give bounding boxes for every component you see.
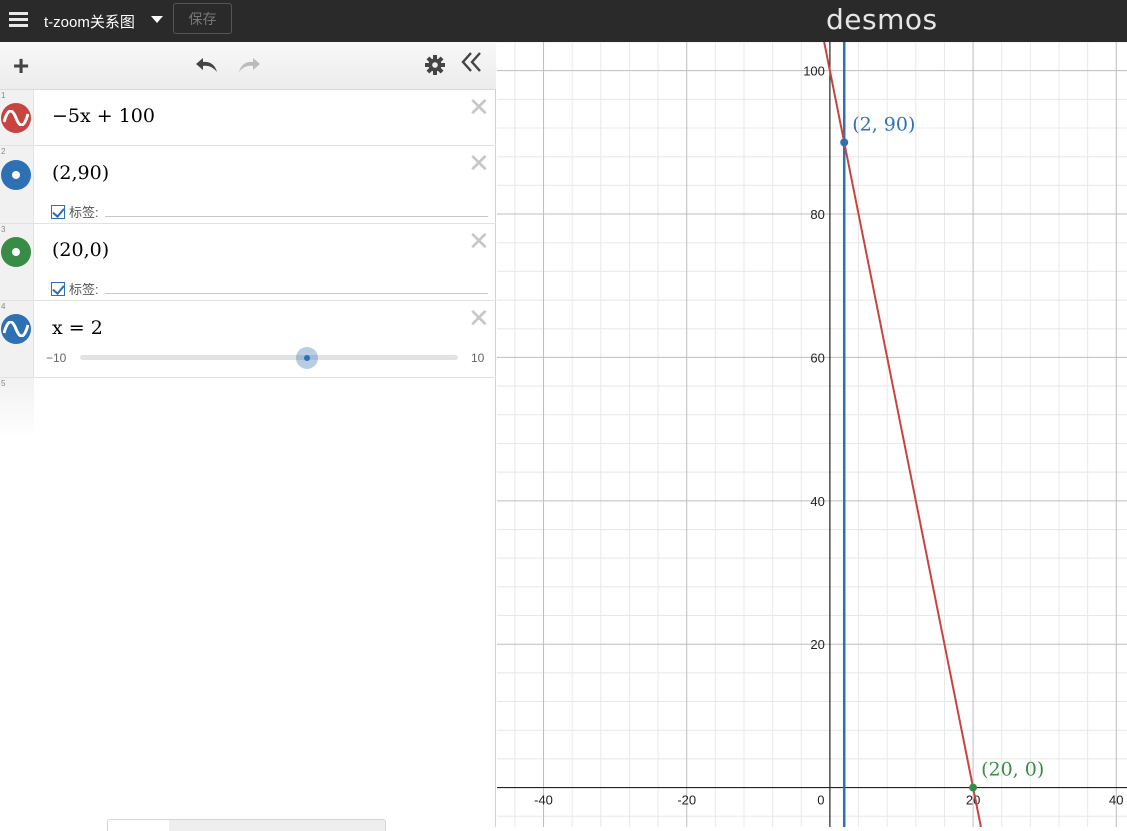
expression-gutter: 2 bbox=[0, 146, 34, 223]
label-caption: 标签: bbox=[69, 205, 99, 220]
point-marker bbox=[840, 138, 849, 147]
delete-expression-icon[interactable]: ✕ bbox=[468, 306, 490, 332]
expression-item[interactable]: 1 −5x + 100 ✕ bbox=[0, 90, 496, 146]
label-input[interactable] bbox=[105, 293, 488, 294]
slider-track[interactable] bbox=[80, 355, 458, 360]
graph-paper[interactable]: -40 -20 0 20 40 20 40 60 80 100 (2, 90) (20, 0) bbox=[497, 42, 1127, 827]
point-label: (2, 90) bbox=[852, 113, 915, 135]
x-tick-label: -40 bbox=[534, 793, 553, 808]
curve-color-icon[interactable] bbox=[1, 103, 31, 133]
x-tick-label: 0 bbox=[817, 793, 824, 808]
point-color-icon[interactable] bbox=[1, 237, 31, 267]
expression-index: 5 bbox=[1, 379, 6, 388]
expression-gutter: 5 bbox=[0, 378, 34, 438]
label-caption: 标签: bbox=[69, 282, 99, 297]
graph-canvas[interactable]: -40 -20 0 20 40 20 40 60 80 100 (2, 90) (20, 0) bbox=[497, 42, 1127, 827]
gear-icon[interactable] bbox=[422, 54, 448, 81]
double-chevron-left-icon[interactable] bbox=[458, 51, 486, 76]
save-button[interactable]: 保存 bbox=[173, 3, 232, 34]
expression-panel: + 1 −5x + 100 ✕ 2 (2,90) ✕ 标签: 3 (20,0) … bbox=[0, 42, 496, 831]
point-label: (20, 0) bbox=[981, 759, 1044, 781]
expression-input[interactable]: (2,90) bbox=[52, 162, 109, 184]
title-dropdown-caret-icon[interactable] bbox=[151, 16, 163, 23]
expression-index: 4 bbox=[1, 302, 6, 311]
expression-item[interactable]: 3 (20,0) ✕ 标签: bbox=[0, 224, 496, 301]
y-tick-label: 80 bbox=[810, 207, 824, 222]
undo-icon[interactable] bbox=[194, 54, 222, 81]
expression-gutter: 4 bbox=[0, 301, 34, 377]
expression-input[interactable]: −5x + 100 bbox=[52, 105, 155, 127]
expression-input[interactable]: x = 2 bbox=[52, 317, 103, 339]
redo-icon[interactable] bbox=[234, 54, 262, 81]
line-neg5x-plus-100 bbox=[823, 42, 982, 827]
point-marker bbox=[969, 783, 978, 792]
expression-input[interactable]: (20,0) bbox=[52, 239, 109, 261]
expression-index: 1 bbox=[1, 91, 6, 100]
delete-expression-icon[interactable]: ✕ bbox=[468, 95, 490, 121]
plus-icon[interactable]: + bbox=[8, 52, 34, 80]
label-checkbox[interactable] bbox=[51, 204, 65, 219]
expression-toolbar: + bbox=[0, 42, 496, 90]
label-toggle[interactable]: 标签: bbox=[51, 202, 99, 221]
top-bar: t-zoom关系图 保存 desmos bbox=[0, 0, 1127, 42]
curve-color-icon[interactable] bbox=[1, 314, 31, 344]
expression-gutter: 1 bbox=[0, 90, 34, 145]
label-toggle[interactable]: 标签: bbox=[51, 279, 99, 298]
x-tick-label: 40 bbox=[1109, 793, 1123, 808]
label-checkbox[interactable] bbox=[51, 281, 65, 296]
expression-gutter: 3 bbox=[0, 224, 34, 300]
delete-expression-icon[interactable]: ✕ bbox=[468, 151, 490, 177]
y-tick-label: 60 bbox=[810, 350, 824, 365]
y-tick-label: 100 bbox=[803, 64, 825, 79]
desmos-logo: desmos bbox=[826, 3, 938, 36]
keypad-toggle-tab[interactable] bbox=[107, 819, 386, 831]
graph-title[interactable]: t-zoom关系图 bbox=[44, 11, 135, 32]
expression-index: 3 bbox=[1, 225, 6, 234]
y-tick-label: 40 bbox=[810, 494, 824, 509]
delete-expression-icon[interactable]: ✕ bbox=[468, 229, 490, 255]
slider-min[interactable]: −10 bbox=[46, 351, 66, 365]
slider-max[interactable]: 10 bbox=[471, 351, 484, 365]
hamburger-menu-icon[interactable] bbox=[8, 9, 30, 31]
label-input[interactable] bbox=[105, 216, 488, 217]
empty-expression-item[interactable]: 5 bbox=[0, 378, 496, 438]
point-color-icon[interactable] bbox=[1, 160, 31, 190]
expression-item[interactable]: 2 (2,90) ✕ 标签: bbox=[0, 146, 496, 224]
x-tick-label: 20 bbox=[966, 793, 980, 808]
slider-knob[interactable] bbox=[303, 355, 310, 361]
x-tick-label: -20 bbox=[677, 793, 696, 808]
expression-index: 2 bbox=[1, 147, 6, 156]
y-tick-label: 20 bbox=[810, 637, 824, 652]
expression-item[interactable]: 4 x = 2 ✕ −10 10 bbox=[0, 301, 496, 378]
